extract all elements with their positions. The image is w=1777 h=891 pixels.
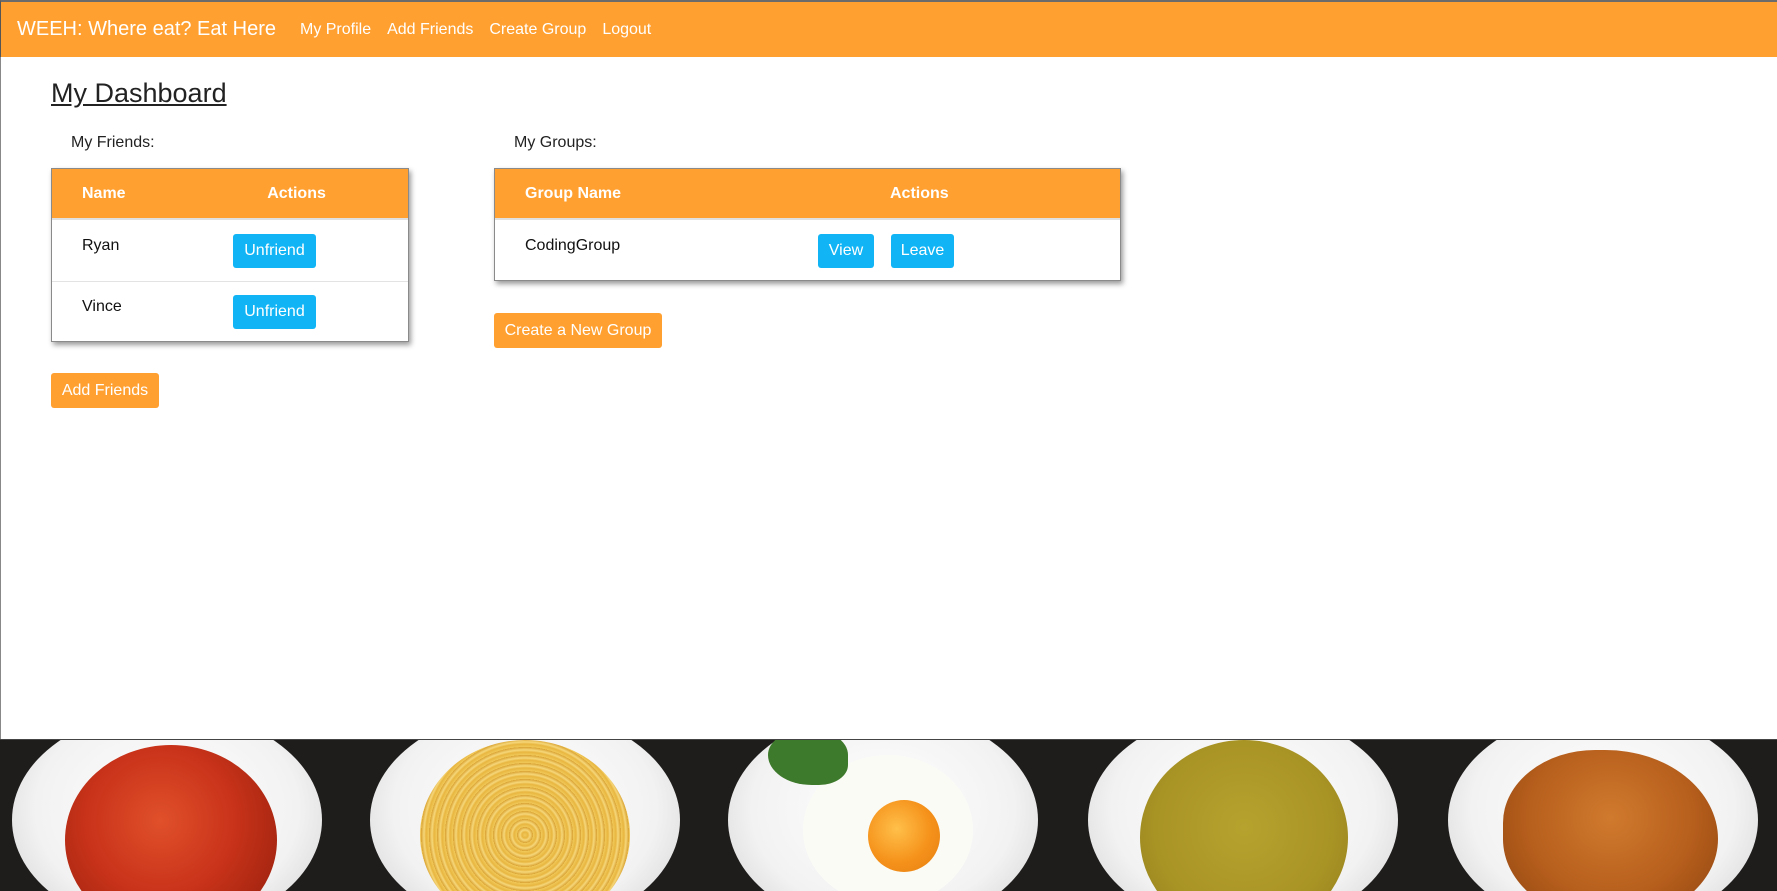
nav-add-friends[interactable]: Add Friends xyxy=(387,21,473,39)
column-header-actions: Actions xyxy=(890,184,949,202)
friends-label: My Friends: xyxy=(71,134,155,151)
food-banner-image xyxy=(0,739,1777,891)
brand-link[interactable]: WEEH: Where eat? Eat Here xyxy=(17,18,276,41)
croissants-icon xyxy=(1503,750,1718,891)
pasta-plate xyxy=(370,740,680,891)
friends-table: Name Actions Ryan Unfriend Vince Unfrien… xyxy=(51,168,409,342)
leave-group-button[interactable]: Leave xyxy=(891,233,954,268)
egg-plate xyxy=(728,740,1038,891)
table-row: Vince Unfriend xyxy=(52,282,408,342)
spaghetti-icon xyxy=(420,740,630,891)
friend-name: Vince xyxy=(82,298,122,315)
create-group-button[interactable]: Create a New Group xyxy=(494,313,662,348)
egg-yolk-icon xyxy=(868,800,940,872)
table-row: CodingGroup View Leave xyxy=(495,220,1120,281)
minestrone-soup-icon xyxy=(65,745,277,891)
groups-label: My Groups: xyxy=(514,134,597,151)
view-group-button[interactable]: View xyxy=(818,233,874,268)
left-border xyxy=(0,57,1,740)
group-name: CodingGroup xyxy=(525,236,621,254)
column-header-name: Name xyxy=(82,184,126,202)
column-header-actions: Actions xyxy=(267,184,326,202)
groups-table-header: Group Name Actions xyxy=(495,169,1120,220)
unfriend-button[interactable]: Unfriend xyxy=(233,233,316,268)
herb-leaf-icon xyxy=(768,740,848,785)
navbar: WEEH: Where eat? Eat Here My Profile Add… xyxy=(0,0,1777,57)
table-row: Ryan Unfriend xyxy=(52,220,408,282)
croissant-plate xyxy=(1448,740,1758,891)
groups-table: Group Name Actions CodingGroup View Leav… xyxy=(494,168,1121,281)
column-header-group-name: Group Name xyxy=(525,184,622,202)
nav-logout[interactable]: Logout xyxy=(602,21,651,39)
friends-table-header: Name Actions xyxy=(52,169,408,220)
unfriend-button[interactable]: Unfriend xyxy=(233,295,316,329)
nav-create-group[interactable]: Create Group xyxy=(489,21,586,39)
nav-my-profile[interactable]: My Profile xyxy=(300,21,371,39)
friend-name: Ryan xyxy=(82,236,120,254)
add-friends-button[interactable]: Add Friends xyxy=(51,373,159,408)
soup-plate xyxy=(12,740,322,891)
page-title: My Dashboard xyxy=(51,78,227,108)
pea-soup-plate xyxy=(1088,740,1398,891)
pea-soup-icon xyxy=(1140,740,1348,891)
